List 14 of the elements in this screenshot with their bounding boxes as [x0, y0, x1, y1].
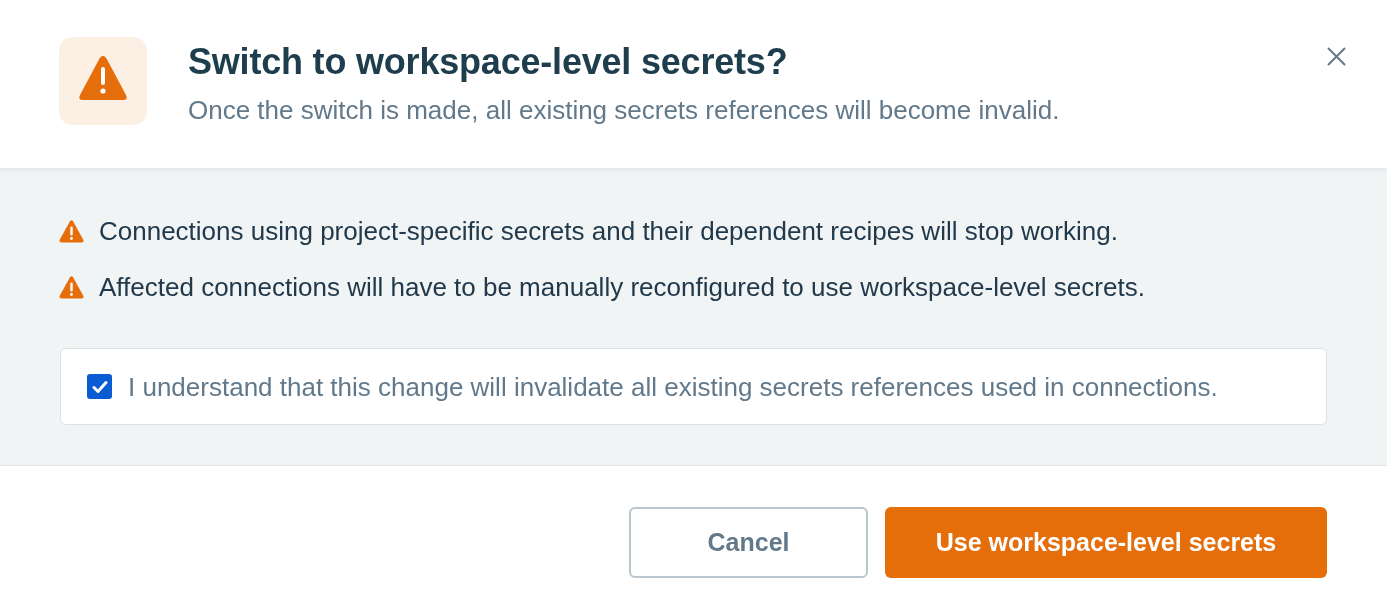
warning-icon — [59, 275, 84, 299]
warning-text: Connections using project-specific secrets and their dependent recipes will stop working. — [99, 215, 1118, 247]
close-icon — [1327, 47, 1346, 66]
confirm-button[interactable]: Use workspace-level secrets — [885, 507, 1327, 578]
warning-text: Affected connections will have to be manually reconfigured to use workspace-level secrets. — [99, 271, 1145, 303]
dialog-subtitle: Once the switch is made, all existing secrets references will become invalid. — [188, 94, 1061, 126]
checkbox[interactable] — [87, 374, 112, 399]
warning-icon — [59, 219, 84, 243]
close-button[interactable] — [1327, 47, 1346, 66]
check-icon — [91, 379, 108, 394]
checkbox-label: I understand that this change will invalidate all existing secrets references used in connections. — [128, 370, 1218, 403]
warning-icon — [59, 37, 147, 125]
cancel-button[interactable]: Cancel — [629, 507, 868, 578]
dialog-title: Switch to workspace-level secrets? — [188, 42, 789, 82]
